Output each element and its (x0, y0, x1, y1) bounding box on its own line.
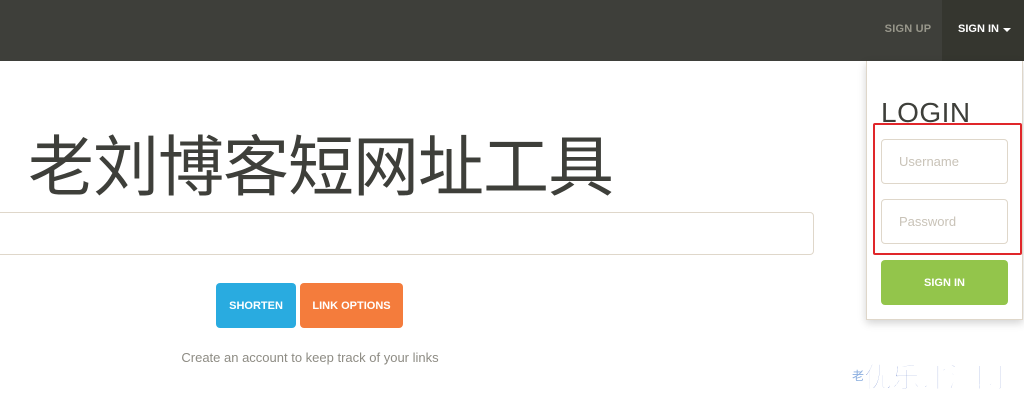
nav-sign-in-label: SIGN IN (958, 23, 999, 35)
page-title: 老刘博客短网址工具 (28, 129, 614, 206)
login-title: LOGIN (881, 97, 971, 128)
watermark-small-text: 老 (852, 369, 865, 383)
nav-sign-up-link[interactable]: SIGN UP (878, 0, 938, 61)
caret-down-icon (1003, 28, 1011, 32)
top-navbar: SIGN UP SIGN IN (0, 0, 1024, 61)
nav-sign-in-dropdown-toggle[interactable]: SIGN IN (942, 0, 1024, 61)
link-options-button[interactable]: LINK OPTIONS (300, 283, 403, 328)
login-dropdown-panel: LOGIN SIGN IN (866, 61, 1023, 320)
account-hint-text: Create an account to keep track of your … (181, 350, 439, 365)
password-field[interactable] (881, 199, 1008, 244)
site-watermark: 优乐评测网 (863, 361, 1005, 395)
url-input[interactable] (0, 212, 814, 255)
shorten-button[interactable]: SHORTEN (216, 283, 296, 328)
sign-in-button[interactable]: SIGN IN (881, 260, 1008, 305)
username-field[interactable] (881, 139, 1008, 184)
